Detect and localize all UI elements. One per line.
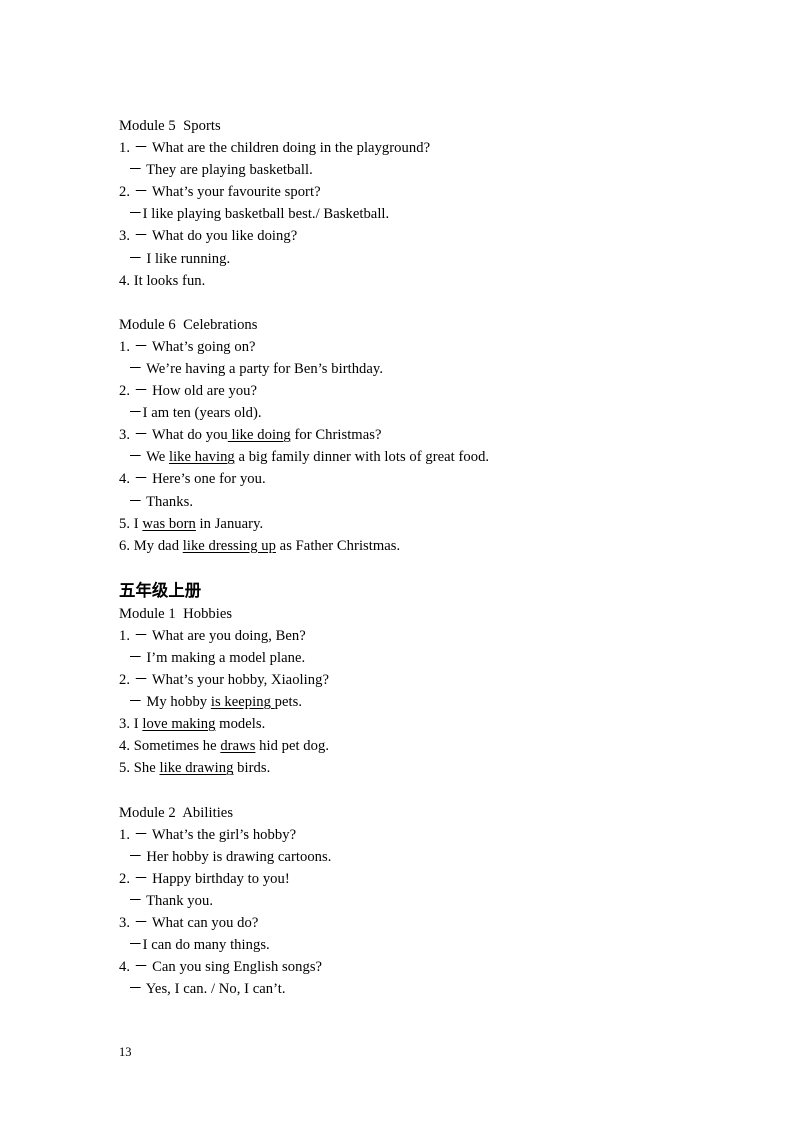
- numbered-line: 2. － How old are you?: [119, 383, 258, 400]
- answer-line: － Her hobby is drawing cartoons.: [128, 848, 332, 865]
- answer-line: － I like running.: [128, 250, 231, 267]
- answer-line: － We like having a big family dinner wit…: [128, 449, 490, 466]
- numbered-line: 1. － What are the children doing in the …: [119, 140, 431, 157]
- answer-line: －I am ten (years old).: [128, 405, 262, 422]
- module-heading: Module 2 Abilities: [119, 804, 234, 821]
- answer-line: － I’m making a model plane.: [128, 649, 306, 666]
- numbered-line: 1. － What’s the girl’s hobby?: [119, 826, 297, 843]
- section-heading-cn: 五年级上册: [119, 580, 202, 600]
- numbered-line: 1. － What’s going on?: [119, 338, 256, 355]
- answer-line: －I can do many things.: [128, 937, 270, 954]
- answer-line: － Yes, I can. / No, I can’t.: [128, 981, 286, 998]
- answer-line: － My hobby is keeping pets.: [128, 694, 303, 711]
- page-number: 13: [119, 1045, 132, 1059]
- numbered-line: 4. Sometimes he draws hid pet dog.: [119, 738, 330, 755]
- module-heading: Module 5 Sports: [119, 118, 221, 134]
- numbered-line: 6. My dad like dressing up as Father Chr…: [119, 537, 401, 554]
- document-body: Module 5 Sports 1. － What are the childre…: [119, 115, 679, 1000]
- answer-line: － We’re having a party for Ben’s birthda…: [128, 360, 384, 377]
- numbered-line: 2. － What’s your hobby, Xiaoling?: [119, 672, 329, 689]
- numbered-line: 4. － Here’s one for you.: [119, 471, 266, 488]
- numbered-line: 3. － What do you like doing?: [119, 228, 298, 245]
- numbered-line: 4. It looks fun.: [119, 272, 206, 289]
- numbered-line: 2. － Happy birthday to you!: [119, 870, 290, 887]
- answer-line: － Thank you.: [128, 892, 214, 909]
- numbered-line: 3. － What can you do?: [119, 915, 259, 931]
- module-heading: Module 6 Celebrations: [119, 316, 258, 333]
- numbered-line: 5. I was born in January.: [119, 515, 264, 532]
- answer-line: － They are playing basketball.: [128, 162, 313, 179]
- numbered-line: 3. I love making models.: [119, 716, 266, 733]
- answer-line: －I like playing basketball best./ Basket…: [128, 206, 390, 223]
- numbered-line: 3. － What do you like doing for Christma…: [119, 427, 382, 444]
- document-page: Module 5 Sports 1. － What are the childre…: [0, 0, 794, 1123]
- module-heading: Module 1 Hobbies: [119, 605, 233, 622]
- numbered-line: 1. － What are you doing, Ben?: [119, 627, 306, 644]
- answer-line: － Thanks.: [128, 493, 194, 510]
- numbered-line: 5. She like drawing birds.: [119, 760, 271, 777]
- numbered-line: 4. － Can you sing English songs?: [119, 959, 323, 976]
- numbered-line: 2. － What’s your favourite sport?: [119, 184, 321, 201]
